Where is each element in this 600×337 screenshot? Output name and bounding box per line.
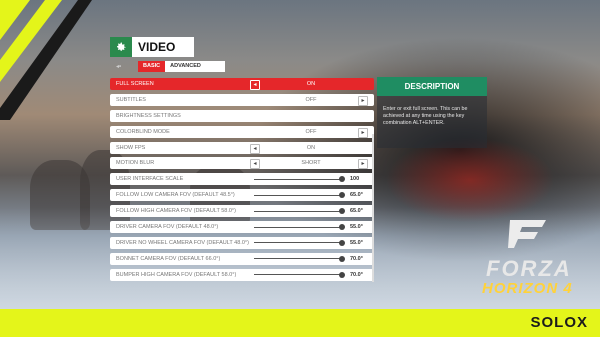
- slider-knob[interactable]: [339, 255, 345, 262]
- logo-word-forza: FORZA: [486, 256, 572, 281]
- setting-row[interactable]: SHOW FPS ◂ ON: [110, 141, 374, 154]
- logo-word-horizon: HORIZON 4: [482, 280, 573, 297]
- slider-value: 65.0°: [350, 192, 363, 199]
- slider-track[interactable]: [254, 242, 342, 244]
- setting-row[interactable]: FULL SCREEN ◂ ON: [110, 78, 374, 90]
- slider-knob[interactable]: [339, 271, 345, 278]
- setting-value: OFF: [305, 96, 317, 103]
- slider-value: 55.0°: [350, 239, 363, 246]
- description-title: DESCRIPTION: [377, 77, 487, 96]
- setting-label: DRIVER NO WHEEL CAMERA FOV (DEFAULT 48.0…: [116, 239, 249, 246]
- tab-overflow: [217, 61, 226, 72]
- slider-knob[interactable]: [339, 176, 345, 183]
- description-panel: DESCRIPTION Enter or exit full screen. T…: [377, 77, 487, 148]
- slider-value: 70.0°: [350, 271, 363, 278]
- setting-row[interactable]: BUMPER HIGH CAMERA FOV (DEFAULT 58.0°) 70…: [110, 268, 374, 281]
- setting-label: MOTION BLUR: [116, 160, 155, 167]
- decorative-stripes: [0, 0, 92, 120]
- tab-bar: ◂• BASIC ADVANCED: [116, 61, 226, 72]
- setting-row[interactable]: DRIVER NO WHEEL CAMERA FOV (DEFAULT 48.0…: [110, 236, 374, 249]
- arrow-right-icon[interactable]: ▸: [358, 159, 368, 170]
- setting-label: BUMPER HIGH CAMERA FOV (DEFAULT 58.0°): [116, 271, 237, 278]
- slider-knob[interactable]: [339, 239, 345, 246]
- slider-knob[interactable]: [339, 208, 345, 215]
- setting-row[interactable]: USER INTERFACE SCALE 100: [110, 173, 374, 186]
- arrow-right-icon[interactable]: ▸: [358, 95, 368, 106]
- setting-value: SHORT: [301, 160, 321, 167]
- setting-label: SUBTITLES: [116, 96, 146, 103]
- setting-row[interactable]: FOLLOW HIGH CAMERA FOV (DEFAULT 58.0°) 65…: [110, 205, 374, 218]
- slider-track[interactable]: [254, 210, 342, 212]
- setting-row[interactable]: BONNET CAMERA FOV (DEFAULT 66.0°) 70.0°: [110, 252, 374, 265]
- setting-label: BRIGHTNESS SETTINGS: [116, 112, 181, 119]
- tab-advanced[interactable]: ADVANCED: [165, 61, 218, 72]
- arrow-left-icon[interactable]: ◂: [250, 80, 260, 90]
- settings-list: FULL SCREEN ◂ ON SUBTITLES OFF ▸ BRIGHTNESS SE…: [110, 78, 374, 285]
- arrow-left-icon[interactable]: ◂: [250, 159, 260, 170]
- setting-label: FULL SCREEN: [116, 81, 154, 87]
- slider-track[interactable]: [254, 178, 342, 180]
- watermark: SOLOX: [530, 314, 588, 331]
- gear-icon: [110, 37, 132, 57]
- slider-value: 55.0°: [350, 224, 363, 231]
- setting-label: SHOW FPS: [116, 144, 146, 151]
- setting-value: ON: [306, 81, 316, 87]
- slider-value: 65.0°: [350, 208, 363, 215]
- setting-label: USER INTERFACE SCALE: [116, 176, 184, 183]
- setting-label: DRIVER CAMERA FOV (DEFAULT 48.0°): [116, 224, 219, 231]
- slider-value: 100: [350, 176, 360, 183]
- setting-value: ON: [306, 144, 316, 151]
- scrollbar[interactable]: [372, 134, 374, 282]
- slider-track[interactable]: [254, 226, 342, 228]
- setting-row[interactable]: COLORBLIND MODE OFF ▸: [110, 125, 374, 138]
- setting-row[interactable]: BRIGHTNESS SETTINGS: [110, 109, 374, 122]
- slider-track[interactable]: [254, 258, 342, 260]
- forza-logo-mark-icon: [508, 220, 546, 248]
- bumper-left-icon[interactable]: ◂•: [116, 63, 138, 70]
- tab-basic[interactable]: BASIC: [138, 61, 166, 72]
- setting-row[interactable]: DRIVER CAMERA FOV (DEFAULT 48.0°) 55.0°: [110, 221, 374, 234]
- page-title: VIDEO: [132, 37, 194, 57]
- slider-track[interactable]: [254, 194, 342, 196]
- slider-knob[interactable]: [339, 224, 345, 231]
- setting-label: BONNET CAMERA FOV (DEFAULT 66.0°): [116, 255, 221, 262]
- slider-knob[interactable]: [339, 192, 345, 199]
- arrow-left-icon[interactable]: ◂: [250, 143, 260, 154]
- setting-row[interactable]: FOLLOW LOW CAMERA FOV (DEFAULT 48.5°) 65.…: [110, 189, 374, 202]
- bottom-bar: SOLOX: [0, 309, 600, 337]
- setting-label: FOLLOW HIGH CAMERA FOV (DEFAULT 58.0°): [116, 208, 236, 215]
- arrow-right-icon[interactable]: ▸: [358, 127, 368, 138]
- setting-row[interactable]: MOTION BLUR ◂ SHORT ▸: [110, 157, 374, 170]
- section-header: VIDEO: [110, 37, 194, 57]
- setting-label: FOLLOW LOW CAMERA FOV (DEFAULT 48.5°): [116, 192, 235, 199]
- setting-label: COLORBLIND MODE: [116, 128, 170, 135]
- description-text: Enter or exit full screen. This can be a…: [377, 96, 487, 148]
- slider-value: 70.0°: [350, 255, 363, 262]
- setting-value: OFF: [305, 128, 317, 135]
- slider-track[interactable]: [254, 274, 342, 276]
- setting-row[interactable]: SUBTITLES OFF ▸: [110, 93, 374, 106]
- game-logo: FORZA HORIZON 4: [478, 218, 588, 308]
